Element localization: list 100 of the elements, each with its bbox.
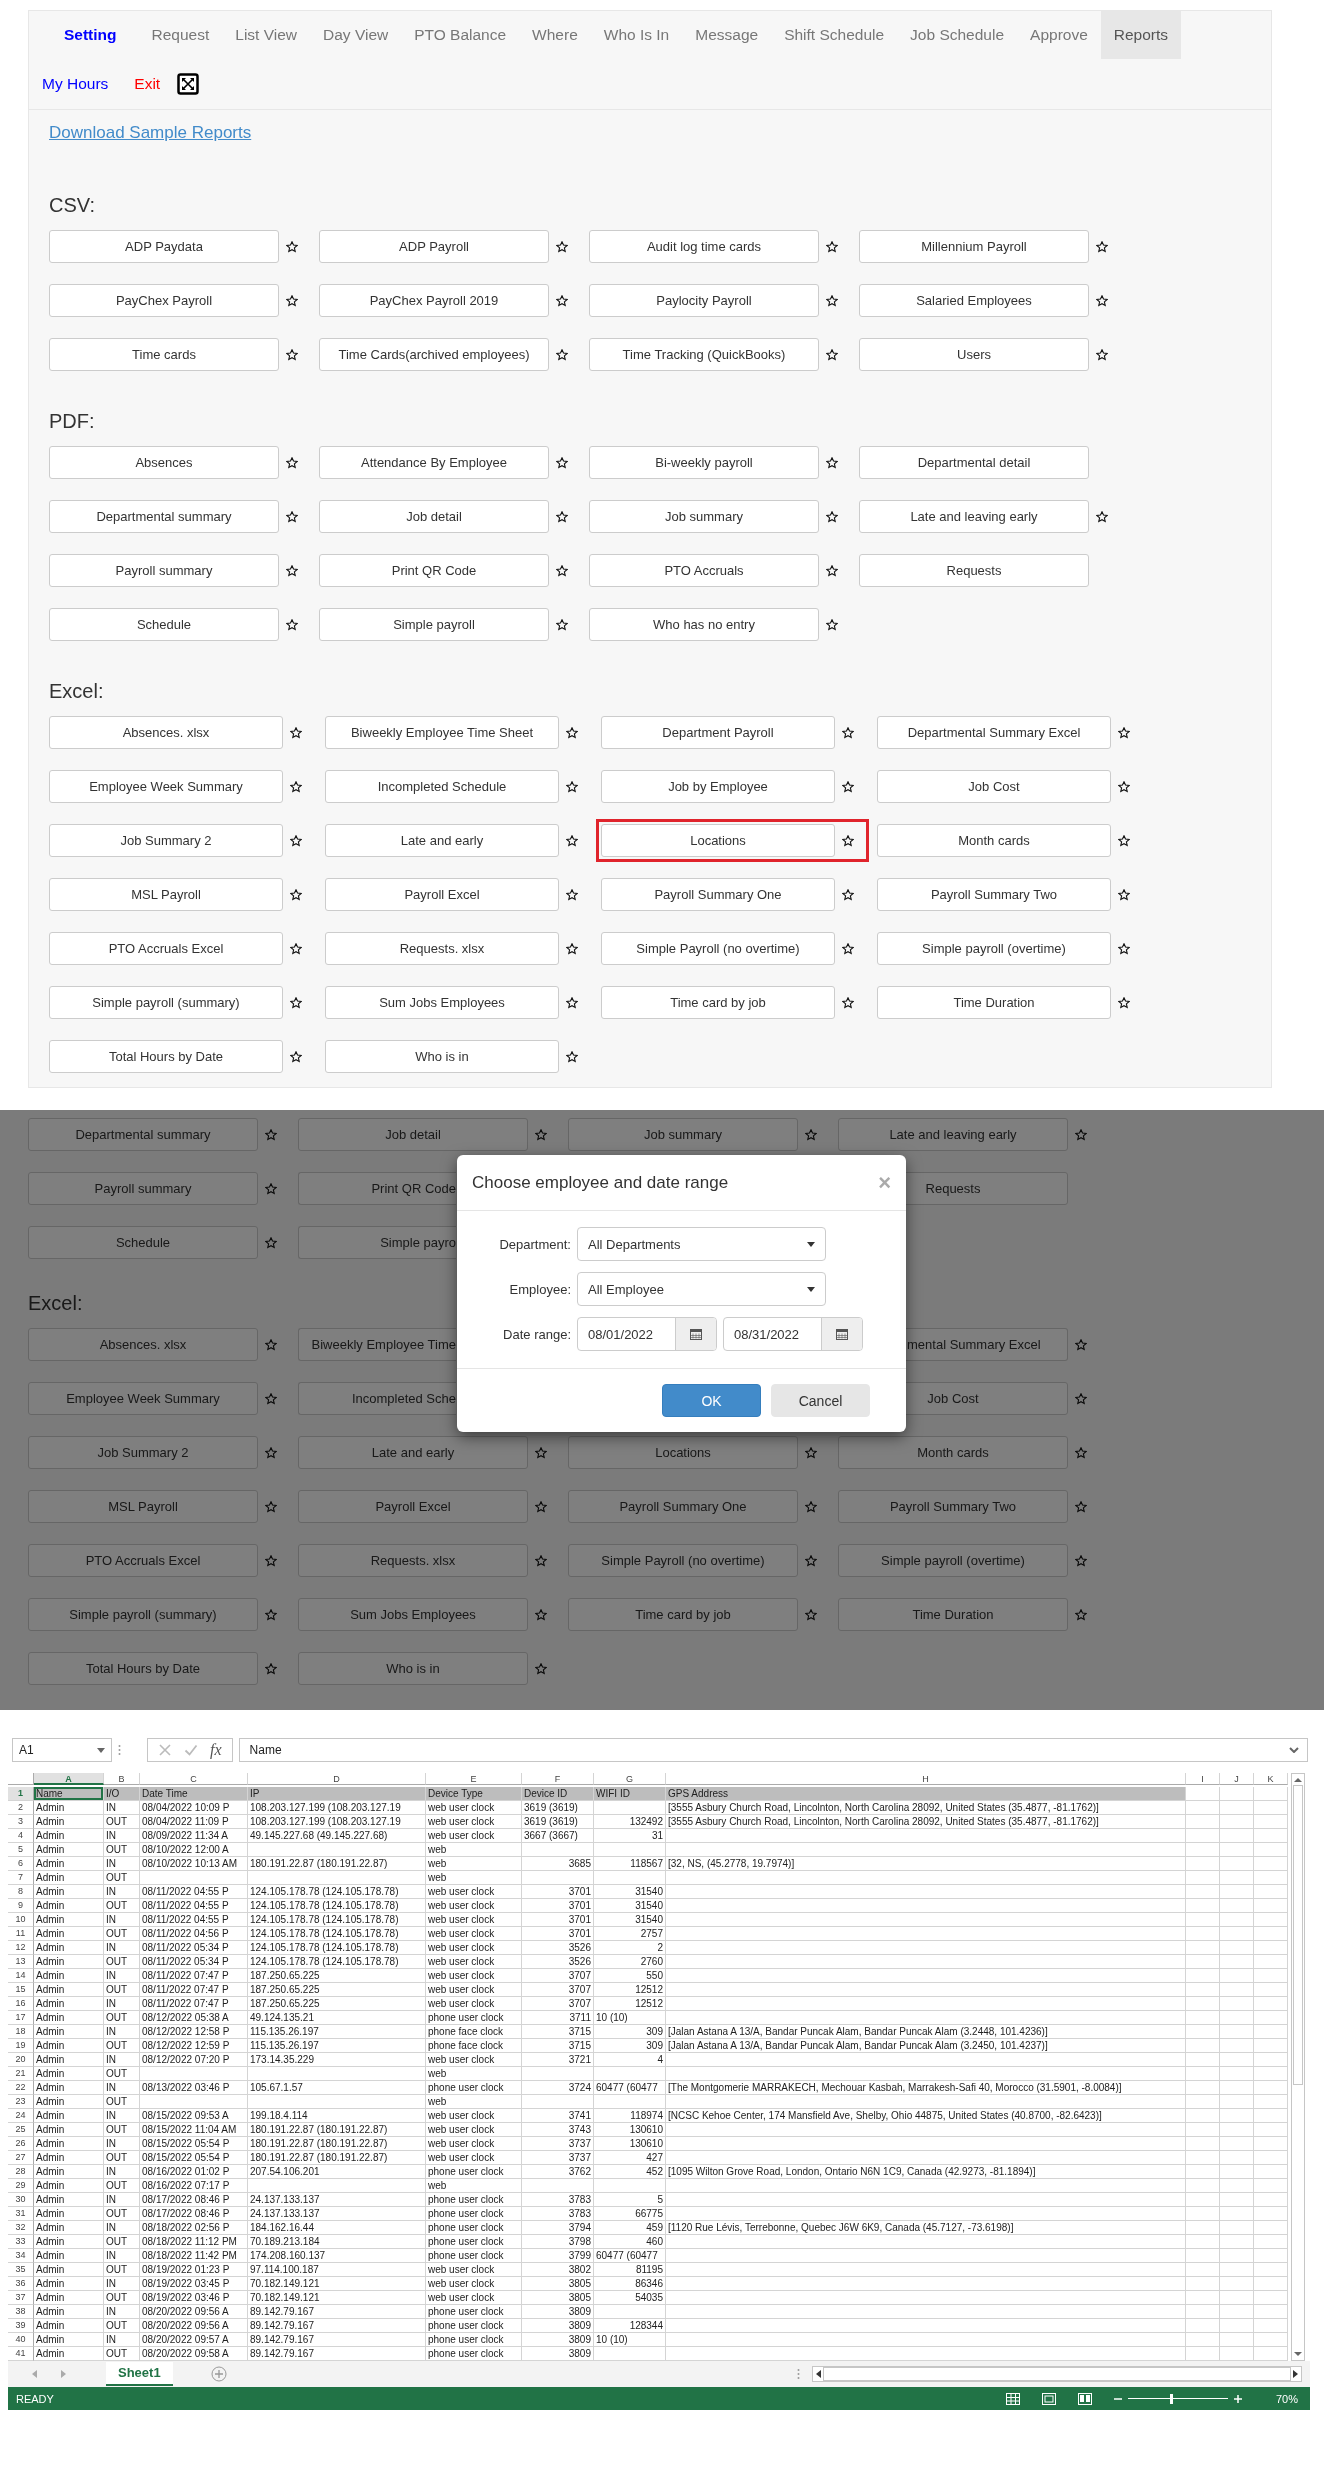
normal-view-icon[interactable] (1005, 2392, 1020, 2405)
report-button[interactable]: Job Cost (877, 770, 1111, 803)
row-number[interactable]: 10 (8, 1913, 34, 1927)
star-icon[interactable] (556, 456, 568, 469)
report-button[interactable]: Who is in (298, 1652, 528, 1685)
report-button[interactable]: Simple payroll (overtime) (877, 932, 1111, 965)
star-icon[interactable] (265, 1392, 277, 1405)
star-icon[interactable] (265, 1128, 277, 1141)
star-icon[interactable] (842, 780, 854, 793)
row-number[interactable]: 37 (8, 2291, 34, 2305)
horizontal-scrollbar[interactable] (812, 2366, 1302, 2382)
report-button[interactable]: Who is in (325, 1040, 559, 1073)
row-number[interactable]: 5 (8, 1843, 34, 1857)
star-icon[interactable] (535, 1554, 547, 1567)
star-icon[interactable] (286, 348, 298, 361)
report-button[interactable]: Late and leaving early (859, 500, 1089, 533)
star-icon[interactable] (556, 348, 568, 361)
row-number[interactable]: 25 (8, 2123, 34, 2137)
report-button[interactable]: Biweekly Employee Time (298, 1328, 456, 1361)
report-button[interactable]: Payroll summary (49, 554, 279, 587)
row-number[interactable]: 3 (8, 1815, 34, 1829)
row-number[interactable]: 19 (8, 2039, 34, 2053)
nav-link[interactable]: Exit (121, 60, 174, 108)
report-button[interactable]: ADP Paydata (49, 230, 279, 263)
row-number[interactable]: 29 (8, 2179, 34, 2193)
star-icon[interactable] (535, 1446, 547, 1459)
star-icon[interactable] (290, 834, 302, 847)
star-icon[interactable] (290, 1050, 302, 1063)
row-number[interactable]: 14 (8, 1969, 34, 1983)
row-number[interactable]: 15 (8, 1983, 34, 1997)
star-icon[interactable] (1096, 240, 1108, 253)
report-button[interactable]: Time Duration (838, 1598, 1068, 1631)
row-number[interactable]: 1 (8, 1787, 34, 1801)
report-button[interactable]: Payroll Summary One (601, 878, 835, 911)
report-button[interactable]: Millennium Payroll (859, 230, 1089, 263)
report-button[interactable]: Attendance By Employee (319, 446, 549, 479)
row-number[interactable]: 28 (8, 2165, 34, 2179)
row-number[interactable]: 32 (8, 2221, 34, 2235)
zoom-level[interactable]: 70% (1275, 2392, 1298, 2405)
calendar-icon[interactable] (836, 1328, 848, 1340)
star-icon[interactable] (265, 1446, 277, 1459)
column-header[interactable]: J (1220, 1773, 1254, 1785)
report-button[interactable]: Absences. xlsx (49, 716, 283, 749)
page-layout-icon[interactable] (1041, 2392, 1056, 2405)
nav-tab[interactable]: Day View (310, 11, 402, 59)
report-button[interactable]: Job Summary 2 (28, 1436, 258, 1469)
star-icon[interactable] (556, 564, 568, 577)
report-button[interactable]: Schedule (49, 608, 279, 641)
row-number[interactable]: 9 (8, 1899, 34, 1913)
star-icon[interactable] (566, 726, 578, 739)
report-button[interactable]: Simple Payroll (no overtime) (568, 1544, 798, 1577)
report-button[interactable]: Absences (49, 446, 279, 479)
star-icon[interactable] (535, 1500, 547, 1513)
report-button[interactable]: Month cards (838, 1436, 1068, 1469)
star-icon[interactable] (842, 996, 854, 1009)
report-button[interactable]: Late and early (298, 1436, 528, 1469)
ok-button[interactable]: OK (662, 1384, 761, 1417)
nav-tab[interactable]: Shift Schedule (771, 11, 898, 59)
report-button[interactable]: Job detail (319, 500, 549, 533)
report-button[interactable]: Sum Jobs Employees (325, 986, 559, 1019)
row-number[interactable]: 38 (8, 2305, 34, 2319)
report-button[interactable]: Time Tracking (QuickBooks) (589, 338, 819, 371)
nav-tab[interactable]: Setting (51, 11, 139, 59)
column-header[interactable]: F (522, 1773, 594, 1785)
star-icon[interactable] (265, 1338, 277, 1351)
row-number[interactable]: 21 (8, 2067, 34, 2081)
star-icon[interactable] (286, 510, 298, 523)
row-number[interactable]: 6 (8, 1857, 34, 1871)
row-number[interactable]: 18 (8, 2025, 34, 2039)
report-button[interactable]: PTO Accruals (589, 554, 819, 587)
star-icon[interactable] (566, 996, 578, 1009)
report-button[interactable]: Simple payroll (319, 608, 549, 641)
report-button[interactable]: Who has no entry (589, 608, 819, 641)
report-button[interactable]: PTO Accruals Excel (49, 932, 283, 965)
star-icon[interactable] (805, 1128, 817, 1141)
star-icon[interactable] (1075, 1446, 1087, 1459)
report-button[interactable]: MSL Payroll (49, 878, 283, 911)
star-icon[interactable] (566, 1050, 578, 1063)
report-button[interactable]: Time card by job (601, 986, 835, 1019)
star-icon[interactable] (805, 1554, 817, 1567)
scroll-thumb[interactable] (1293, 1785, 1303, 2085)
star-icon[interactable] (805, 1608, 817, 1621)
star-icon[interactable] (805, 1446, 817, 1459)
nav-tab[interactable]: Request (138, 11, 223, 59)
more-options-icon[interactable] (118, 1744, 121, 1756)
check-icon[interactable] (184, 1743, 198, 1757)
star-icon[interactable] (1096, 294, 1108, 307)
row-number[interactable]: 11 (8, 1927, 34, 1941)
report-button[interactable]: Total Hours by Date (28, 1652, 258, 1685)
report-button[interactable]: Time Duration (877, 986, 1111, 1019)
star-icon[interactable] (566, 834, 578, 847)
nav-tab[interactable]: Message (682, 11, 772, 59)
star-icon[interactable] (290, 780, 302, 793)
report-button[interactable]: Time card by job (568, 1598, 798, 1631)
column-header[interactable]: A (34, 1773, 104, 1785)
name-box[interactable]: A1 (12, 1738, 112, 1762)
report-button[interactable]: Salaried Employees (859, 284, 1089, 317)
report-button[interactable]: Payroll Excel (325, 878, 559, 911)
report-button[interactable]: PTO Accruals Excel (28, 1544, 258, 1577)
star-icon[interactable] (842, 834, 854, 847)
